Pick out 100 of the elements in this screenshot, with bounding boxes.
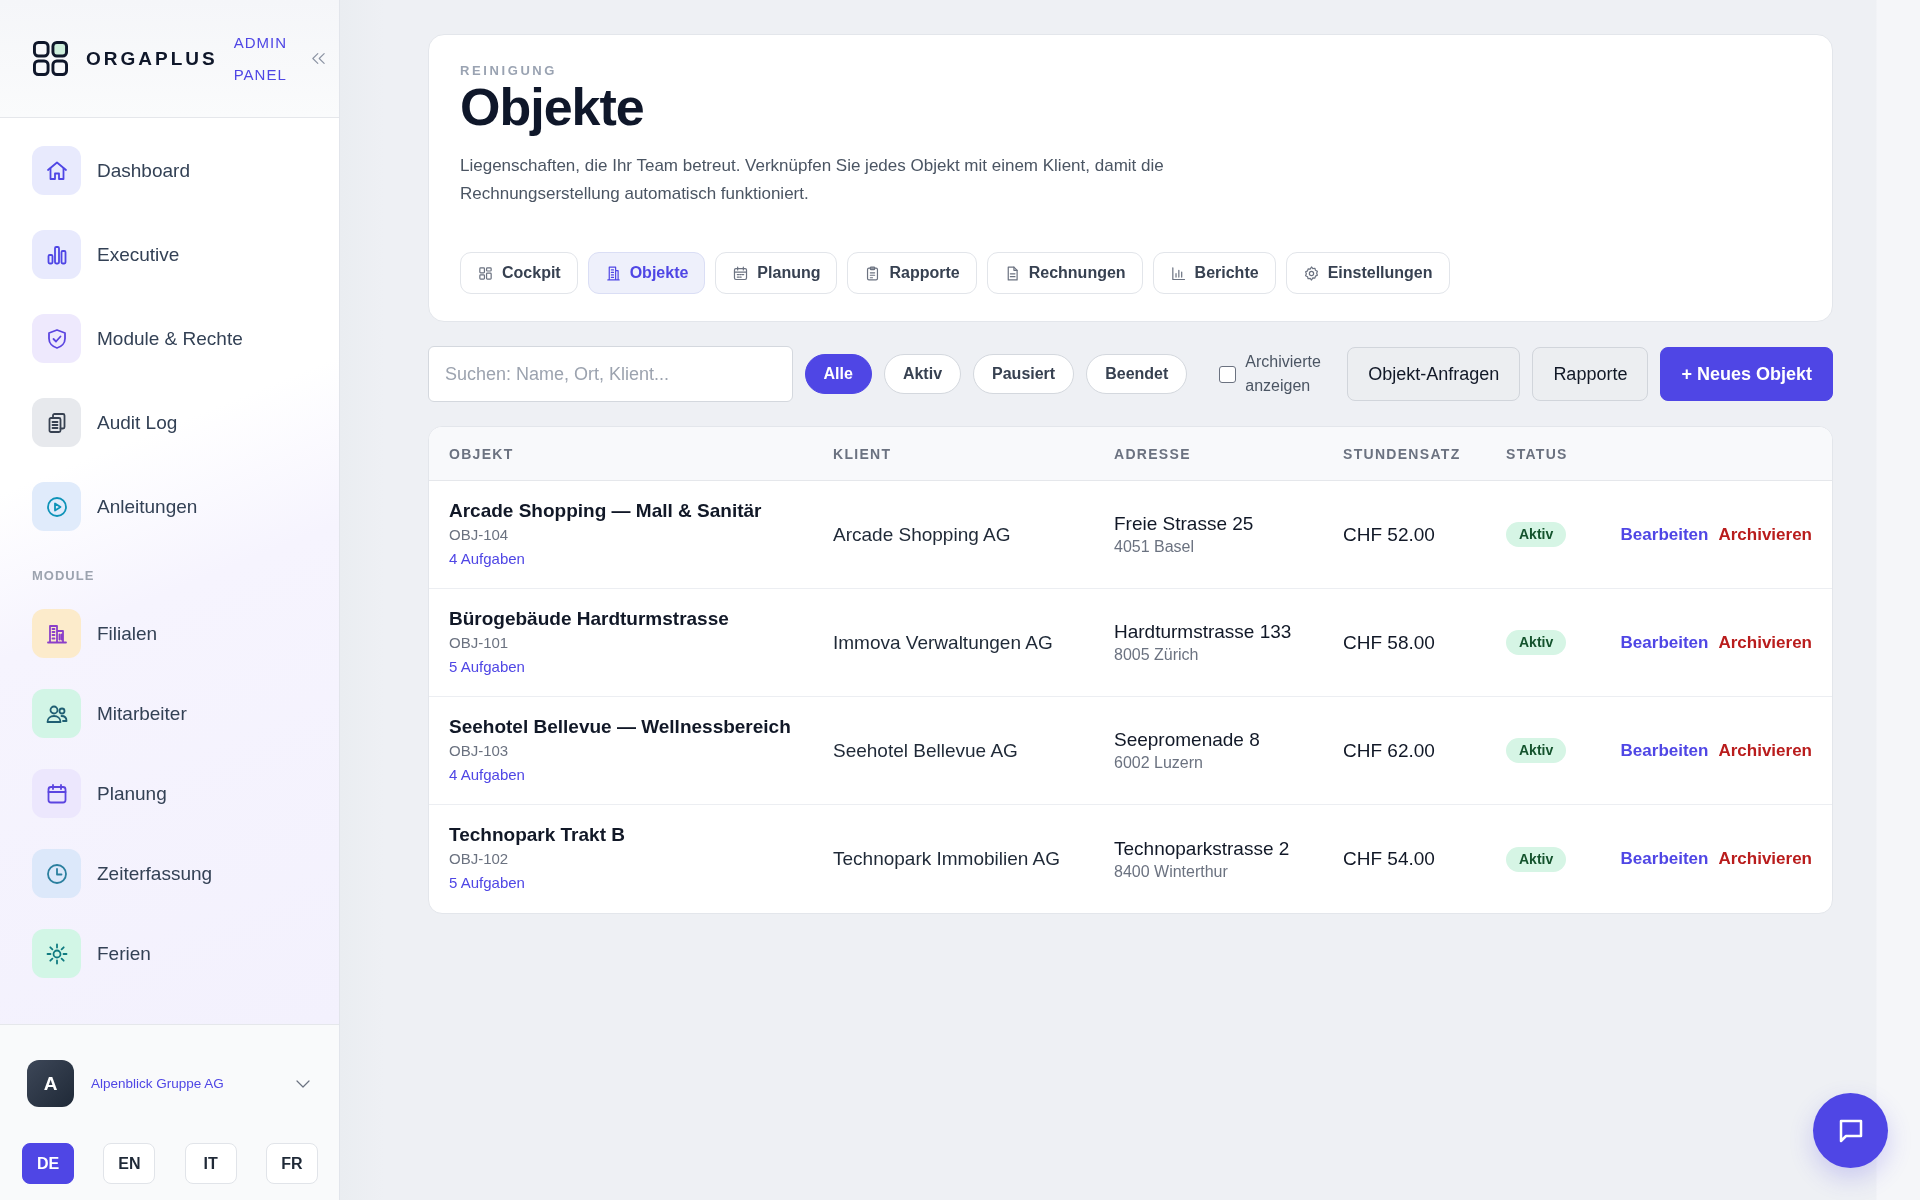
column-header: STATUS	[1506, 445, 1569, 462]
archive-link[interactable]: Archivieren	[1718, 524, 1812, 545]
checkbox-label: Archivierte anzeigen	[1245, 352, 1322, 396]
sidebar-item[interactable]: Audit Log	[0, 398, 339, 447]
avatar: A	[27, 1060, 74, 1107]
panel-label: ADMIN PANEL	[233, 32, 289, 85]
archive-link[interactable]: Archivieren	[1718, 849, 1812, 869]
address-street: Hardturmstrasse 133	[1114, 620, 1292, 644]
column-header: STUNDENSATZ	[1343, 445, 1462, 462]
grid-icon	[477, 264, 494, 282]
tab[interactable]: Objekte	[587, 252, 706, 294]
sidebar-item[interactable]: Filialen	[0, 609, 339, 658]
object-code: OBJ-104	[449, 524, 509, 545]
address-city: 6002 Luzern	[1114, 753, 1203, 773]
users-icon	[32, 689, 81, 738]
language-button[interactable]: EN	[103, 1143, 156, 1184]
tab[interactable]: Rechnungen	[986, 252, 1143, 294]
filter-chip[interactable]: Aktiv	[883, 354, 962, 394]
checkbox[interactable]	[1219, 365, 1237, 383]
object-code: OBJ-103	[449, 740, 509, 761]
edit-link[interactable]: Bearbeiten	[1620, 524, 1709, 545]
address-street: Technoparkstrasse 2	[1114, 836, 1290, 861]
eyebrow-text: REINIGUNG	[460, 63, 559, 79]
client-name: Technopark Immobilien AG	[833, 847, 1061, 871]
requests-button[interactable]: Objekt-Anfragen	[1347, 347, 1521, 401]
brand-name: ORGAPLUS	[86, 47, 218, 70]
edit-link[interactable]: Bearbeiten	[1620, 740, 1709, 761]
page-title: Objekte	[460, 79, 645, 135]
sidebar-item[interactable]: Zeiterfassung	[0, 849, 339, 898]
column-header: KLIENT	[833, 445, 893, 462]
sidebar-item[interactable]: Ferien	[0, 929, 339, 978]
column-header: OBJEKT	[449, 445, 515, 462]
new-object-button[interactable]: + Neues Objekt	[1660, 347, 1833, 401]
gear-icon	[1302, 264, 1320, 282]
hourly-rate: CHF 52.00	[1343, 522, 1435, 547]
building-icon	[32, 609, 81, 658]
edit-link[interactable]: Bearbeiten	[1620, 849, 1709, 869]
calendar-icon	[732, 264, 750, 282]
object-name: Seehotel Bellevue — Wellnessbereich	[449, 714, 791, 739]
address-street: Seepromenade 8	[1114, 728, 1260, 752]
tab[interactable]: Planung	[715, 252, 838, 294]
sidebar-item[interactable]: Executive	[0, 230, 339, 279]
clipboard-icon	[32, 398, 81, 447]
filter-chip[interactable]: Alle	[804, 354, 872, 394]
sidebar-item[interactable]: Module & Rechte	[0, 314, 339, 363]
object-name: Technopark Trakt B	[449, 823, 625, 847]
sidebar-item[interactable]: Planung	[0, 769, 339, 818]
building-icon	[604, 264, 622, 282]
language-button[interactable]: DE	[22, 1143, 74, 1184]
hourly-rate: CHF 58.00	[1343, 630, 1435, 655]
language-button[interactable]: FR	[266, 1143, 318, 1184]
filter-chip[interactable]: Beendet	[1086, 354, 1188, 394]
house-icon	[32, 146, 81, 195]
play-icon	[32, 482, 81, 531]
address-street: Freie Strasse 25	[1114, 512, 1254, 536]
language-button[interactable]: IT	[184, 1143, 237, 1184]
clock-icon	[32, 849, 81, 898]
sidebar-item[interactable]: Anleitungen	[0, 482, 339, 531]
shield-check-icon	[32, 314, 81, 363]
client-name: Seehotel Bellevue AG	[833, 738, 1018, 763]
sidebar-item[interactable]: Dashboard	[0, 146, 339, 195]
account-name[interactable]: Alpenblick Gruppe AG	[91, 1076, 294, 1091]
tab[interactable]: Cockpit	[460, 252, 578, 294]
bar-chart-icon	[1169, 264, 1187, 282]
tasks-link[interactable]: 5 Aufgaben	[449, 653, 525, 679]
hourly-rate: CHF 62.00	[1343, 738, 1435, 763]
edit-link[interactable]: Bearbeiten	[1620, 632, 1709, 653]
status-badge: Aktiv	[1506, 630, 1567, 655]
address-city: 8005 Zürich	[1114, 645, 1199, 665]
client-name: Immova Verwaltungen AG	[833, 630, 1053, 655]
hourly-rate: CHF 54.00	[1343, 847, 1435, 871]
tab[interactable]: Einstellungen	[1285, 252, 1450, 294]
object-name: Bürogebäude Hardturmstrasse	[449, 606, 729, 631]
column-header: ADRESSE	[1114, 445, 1192, 462]
address-city: 8400 Winterthur	[1114, 861, 1228, 882]
object-code: OBJ-102	[449, 849, 509, 869]
tasks-link[interactable]: 4 Aufgaben	[449, 761, 525, 787]
tab[interactable]: Rapporte	[847, 252, 977, 294]
filter-chip[interactable]: Pausiert	[973, 354, 1075, 394]
double-chevron-icon[interactable]	[309, 50, 327, 67]
tasks-link[interactable]: 4 Aufgaben	[449, 545, 525, 571]
search-field[interactable]: Suchen: Name, Ort, Klient...	[428, 346, 793, 402]
logo-icon	[33, 41, 68, 76]
client-name: Arcade Shopping AG	[833, 522, 1011, 547]
object-code: OBJ-101	[449, 632, 509, 653]
section-label: MODULE	[31, 568, 96, 584]
status-badge: Aktiv	[1506, 738, 1567, 763]
address-city: 4051 Basel	[1114, 537, 1195, 557]
calendar-icon	[32, 769, 81, 818]
bar-chart-icon	[32, 230, 81, 279]
tab[interactable]: Berichte	[1152, 252, 1276, 294]
archive-link[interactable]: Archivieren	[1718, 740, 1812, 761]
page-description: Liegenschaften, die Ihr Team betreut. Verknüpfen Sie jedes Objekt mit einem Klient, damit die Rechnungserstellung automatisch funktioniert.	[460, 155, 1165, 205]
sidebar-item[interactable]: Mitarbeiter	[0, 689, 339, 738]
reports-button[interactable]: Rapporte	[1532, 347, 1649, 401]
status-badge: Aktiv	[1506, 522, 1567, 547]
object-name: Arcade Shopping — Mall & Sanitär	[449, 498, 762, 523]
status-badge: Aktiv	[1506, 846, 1567, 872]
archive-link[interactable]: Archivieren	[1718, 632, 1812, 653]
tasks-link[interactable]: 5 Aufgaben	[449, 870, 525, 895]
